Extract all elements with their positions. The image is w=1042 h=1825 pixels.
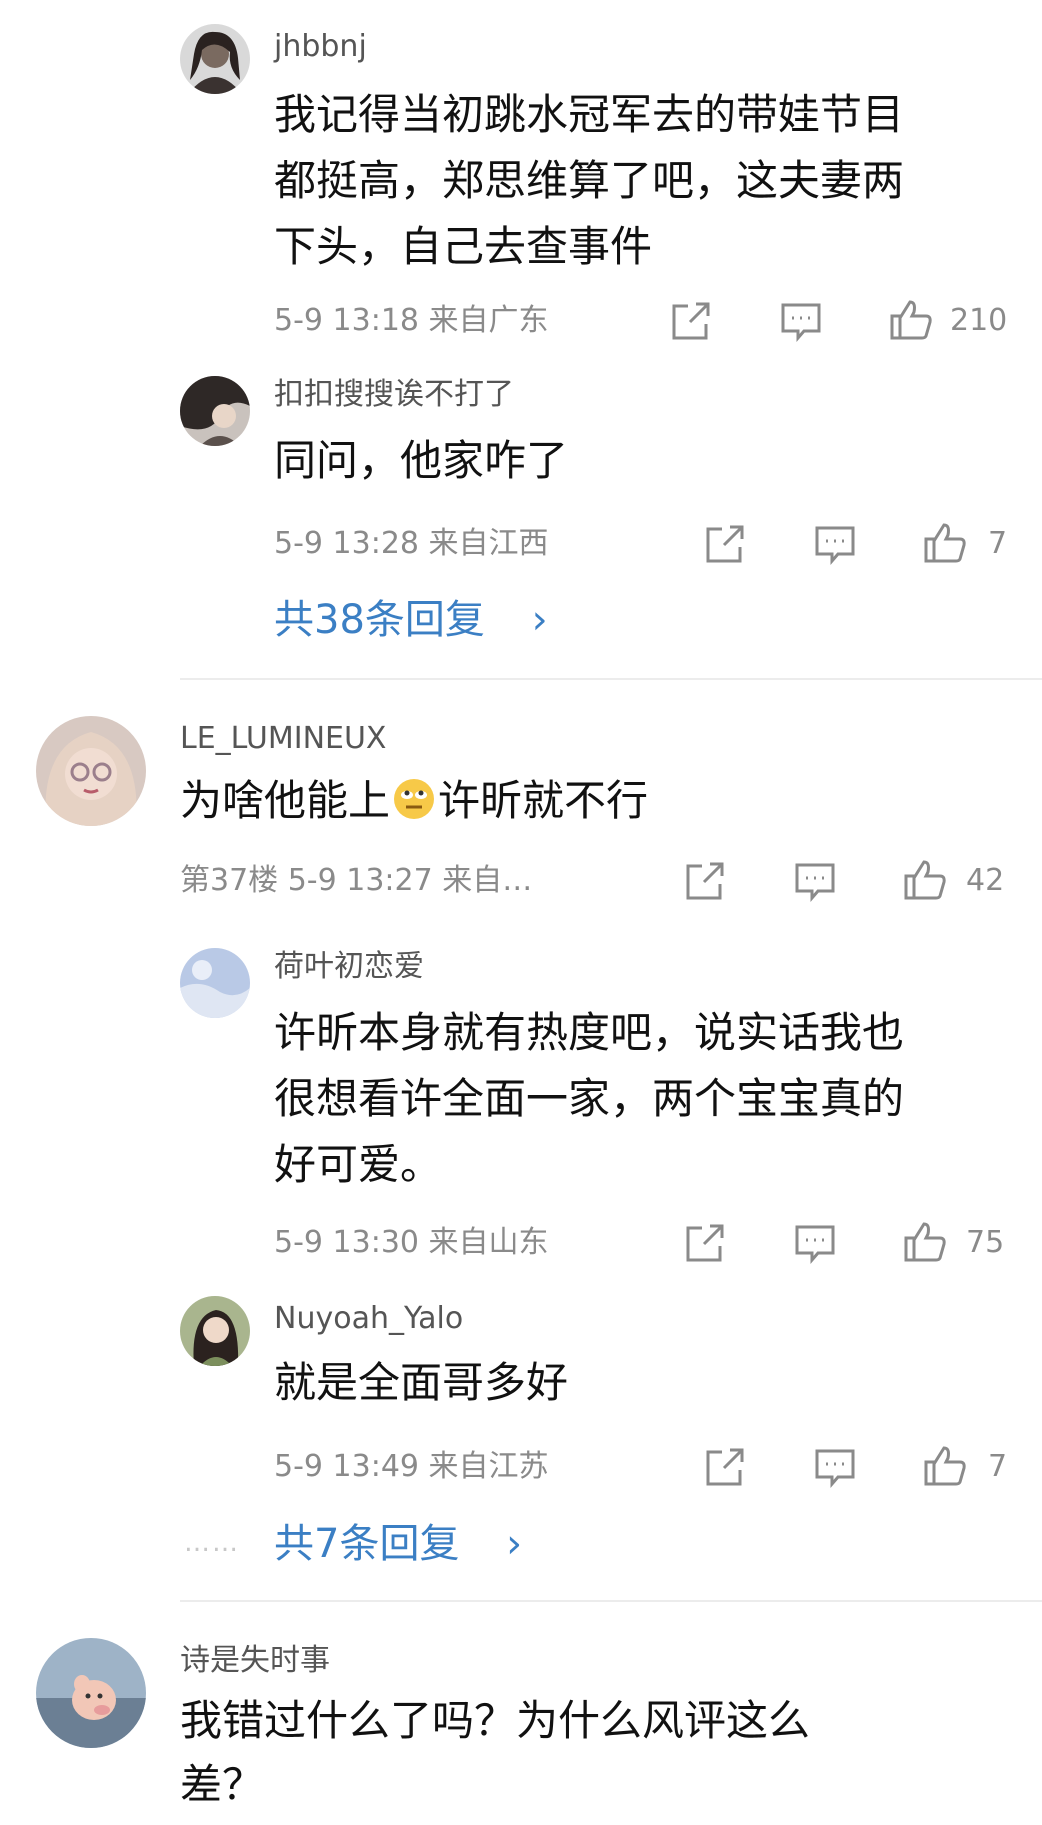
like-icon[interactable] bbox=[922, 1442, 968, 1488]
like-count: 210 bbox=[950, 303, 1008, 338]
divider bbox=[180, 1600, 1042, 1602]
view-more-replies-link[interactable]: 共7条回复 › bbox=[274, 1524, 522, 1564]
comment-text-line: 下头，自己去查事件 bbox=[274, 222, 653, 271]
comment-text-line: 好可爱。 bbox=[274, 1140, 443, 1189]
comment-text: 为啥他能上 许昕就不行 bbox=[180, 768, 648, 834]
avatar[interactable] bbox=[180, 376, 250, 446]
comment-text-line: 许昕本身就有热度吧，说实话我也 bbox=[274, 1008, 905, 1057]
like-icon[interactable] bbox=[888, 296, 934, 342]
avatar[interactable] bbox=[180, 24, 250, 94]
comment-text-line: 很想看许全面一家，两个宝宝真的 bbox=[274, 1074, 905, 1123]
share-icon[interactable] bbox=[702, 521, 748, 567]
comment-text-line: 同问，他家咋了 bbox=[274, 436, 569, 485]
like-count: 75 bbox=[966, 1225, 1005, 1260]
like-icon[interactable] bbox=[902, 1218, 948, 1264]
comment-text-line: 我记得当初跳水冠军去的带娃节目 bbox=[274, 90, 905, 139]
comment-meta: 5-9 13:28 来自江西 bbox=[274, 526, 549, 561]
comment-icon[interactable] bbox=[812, 521, 858, 567]
more-replies-label: 共7条回复 bbox=[274, 1521, 460, 1567]
like-icon[interactable] bbox=[922, 519, 968, 565]
comment-text-line: 就是全面哥多好 bbox=[274, 1358, 569, 1407]
like-count: 42 bbox=[966, 863, 1005, 898]
like-icon[interactable] bbox=[902, 856, 948, 902]
divider bbox=[180, 678, 1042, 680]
avatar[interactable] bbox=[180, 1296, 250, 1366]
username[interactable]: 荷叶初恋爱 bbox=[274, 952, 424, 982]
comment-text-line: 差？ bbox=[180, 1760, 265, 1809]
comment-icon[interactable] bbox=[812, 1444, 858, 1490]
comment-text-part: 为啥他能上 bbox=[180, 776, 391, 825]
avatar[interactable] bbox=[36, 1638, 146, 1748]
rolling-eyes-emoji-icon bbox=[392, 774, 436, 819]
username[interactable]: jhbbnj bbox=[274, 32, 367, 62]
ellipsis: …… bbox=[184, 1528, 240, 1558]
share-icon[interactable] bbox=[668, 298, 714, 344]
chevron-right-icon: › bbox=[506, 1521, 523, 1567]
username[interactable]: 扣扣搜搜诶不打了 bbox=[274, 380, 514, 410]
comment-icon[interactable] bbox=[792, 1220, 838, 1266]
comment-icon[interactable] bbox=[792, 858, 838, 904]
like-count: 7 bbox=[988, 526, 1008, 561]
comment-meta: 5-9 13:18 来自广东 bbox=[274, 303, 549, 338]
username[interactable]: LE_LUMINEUX bbox=[180, 724, 386, 754]
view-more-replies-link[interactable]: 共38条回复 › bbox=[274, 600, 548, 640]
comment-text-line: 都挺高，郑思维算了吧，这夫妻两 bbox=[274, 156, 905, 205]
more-replies-label: 共38条回复 bbox=[274, 597, 485, 643]
comment-text-part: 许昕就不行 bbox=[438, 776, 649, 825]
share-icon[interactable] bbox=[702, 1444, 748, 1490]
comment-meta: 5-9 13:49 来自江苏 bbox=[274, 1449, 549, 1484]
username[interactable]: 诗是失时事 bbox=[180, 1646, 330, 1676]
like-count: 7 bbox=[988, 1449, 1008, 1484]
comment-meta: 5-9 13:30 来自山东 bbox=[274, 1225, 549, 1260]
chevron-right-icon: › bbox=[531, 597, 548, 643]
comment-text-line: 我错过什么了吗？为什么风评这么 bbox=[180, 1696, 811, 1745]
avatar[interactable] bbox=[36, 716, 146, 826]
avatar[interactable] bbox=[180, 948, 250, 1018]
share-icon[interactable] bbox=[682, 1220, 728, 1266]
username[interactable]: Nuyoah_Yalo bbox=[274, 1304, 463, 1334]
comment-icon[interactable] bbox=[778, 298, 824, 344]
share-icon[interactable] bbox=[682, 858, 728, 904]
comment-meta: 第37楼 5-9 13:27 来自… bbox=[180, 863, 533, 898]
